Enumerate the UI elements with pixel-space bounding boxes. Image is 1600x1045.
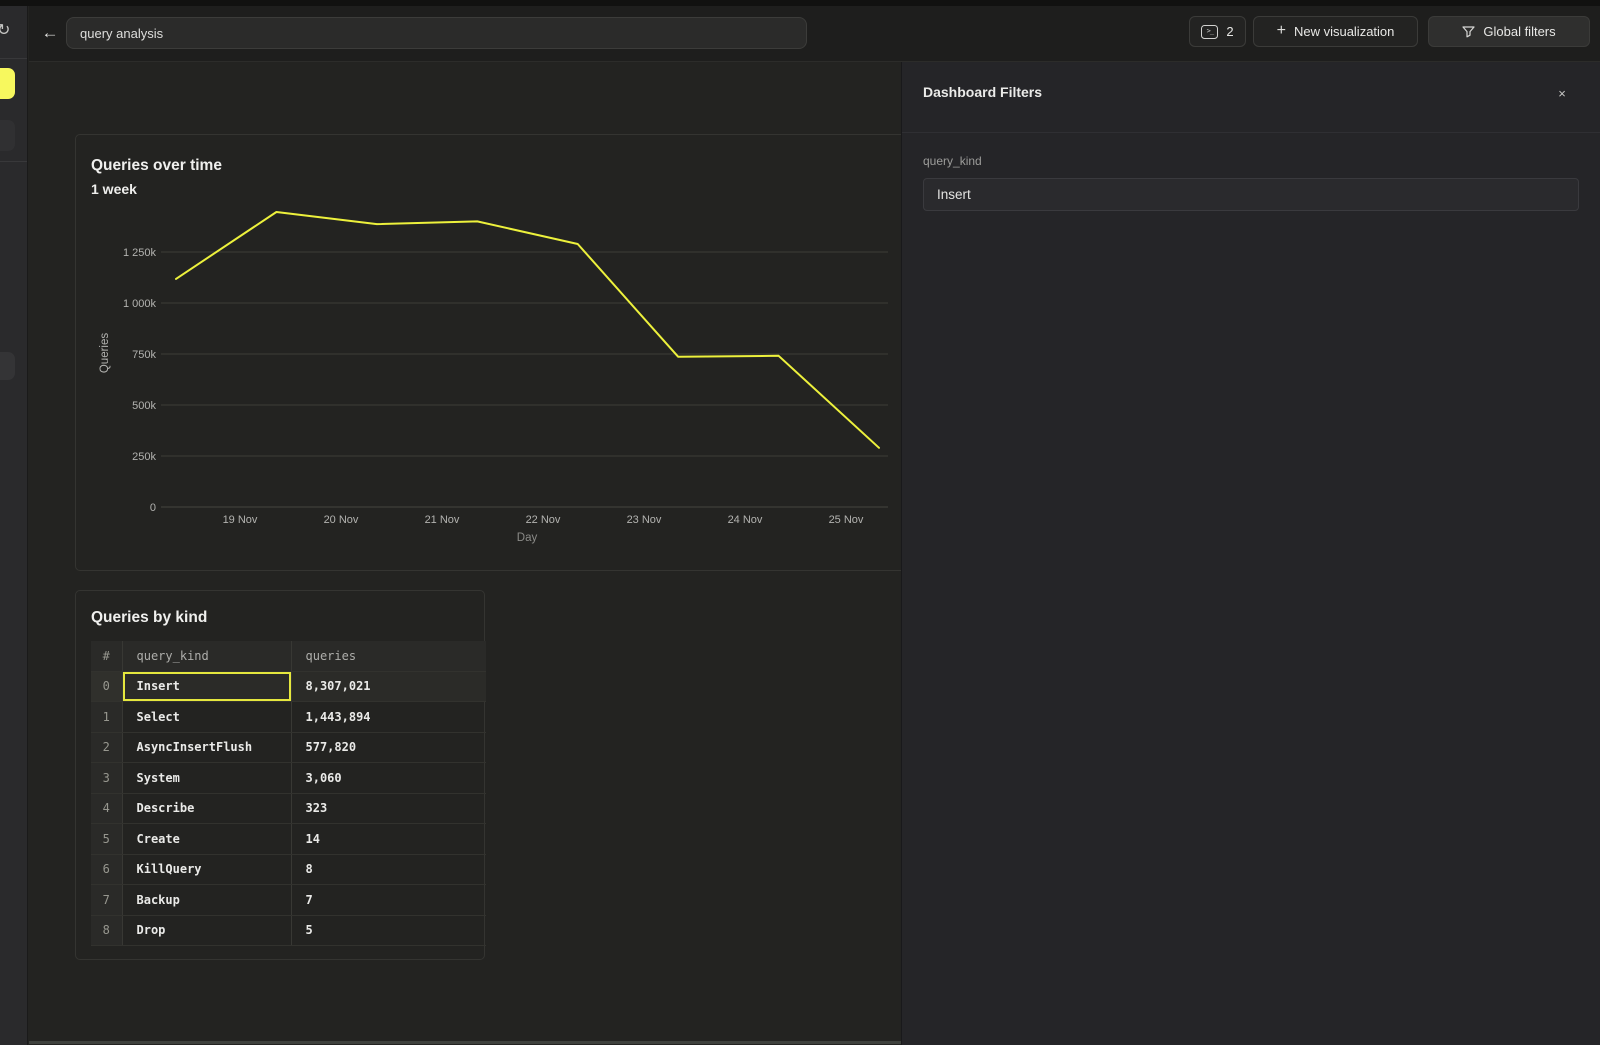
row-index-cell: 3	[91, 763, 122, 794]
column-header-index[interactable]: #	[91, 641, 122, 671]
filters-panel-title: Dashboard Filters	[923, 84, 1042, 100]
query-kind-cell[interactable]: Select	[122, 702, 291, 733]
global-filters-label: Global filters	[1483, 24, 1555, 39]
sql-console-button[interactable]: >_ 2	[1189, 16, 1246, 47]
y-axis-tick: 1 250k	[123, 247, 157, 259]
queries-value-cell[interactable]: 323	[291, 793, 486, 824]
table-row: 2AsyncInsertFlush577,820	[91, 732, 486, 763]
table-row: 6KillQuery8	[91, 854, 486, 885]
row-index-cell: 1	[91, 702, 122, 733]
sidebar-divider	[0, 58, 28, 59]
query-kind-cell[interactable]: Describe	[122, 793, 291, 824]
close-icon[interactable]: ×	[1552, 84, 1572, 104]
left-sidebar: ↻	[0, 6, 28, 1045]
dashboard-canvas: Queries over time 1 week 0250k500k750k1 …	[29, 62, 901, 1045]
query-kind-cell[interactable]: KillQuery	[122, 854, 291, 885]
x-axis-tick: 24 Nov	[728, 514, 763, 526]
table-row: 7Backup7	[91, 885, 486, 916]
table-card-queries-by-kind[interactable]: Queries by kind #query_kindqueries0Inser…	[75, 590, 485, 960]
row-index-cell: 5	[91, 824, 122, 855]
queries-value-cell[interactable]: 577,820	[291, 732, 486, 763]
plus-icon: +	[1277, 22, 1286, 40]
y-axis-tick: 1 000k	[123, 298, 157, 310]
query-kind-cell[interactable]: AsyncInsertFlush	[122, 732, 291, 763]
query-kind-cell[interactable]: Create	[122, 824, 291, 855]
sidebar-divider	[0, 161, 28, 162]
panel-divider	[902, 132, 1600, 133]
dashboard-filters-panel: Dashboard Filters × query_kind	[901, 62, 1600, 1045]
query-kind-cell[interactable]: Insert	[122, 671, 291, 702]
funnel-icon	[1462, 26, 1475, 38]
back-button[interactable]: ←	[39, 21, 61, 45]
row-index-cell: 8	[91, 915, 122, 946]
top-bar: ← >_ 2 + New visualization Global filter…	[29, 6, 1600, 62]
x-axis-tick: 23 Nov	[627, 514, 662, 526]
sidebar-item-active-dashboard[interactable]	[0, 68, 15, 99]
table-title: Queries by kind	[91, 609, 207, 627]
sidebar-item-dashboard[interactable]	[0, 352, 15, 380]
y-axis-tick: 750k	[132, 349, 156, 361]
x-axis-tick: 19 Nov	[223, 514, 258, 526]
y-axis-tick: 0	[150, 502, 156, 514]
queries-over-time-line-chart[interactable]: 0 250k 500k 750k 1 000k 1 250k 19 Nov 20 Nov 21 …	[76, 135, 911, 570]
query-kind-filter-input[interactable]	[923, 178, 1579, 211]
row-index-cell: 2	[91, 732, 122, 763]
chart-card-queries-over-time[interactable]: Queries over time 1 week 0250k500k750k1 …	[75, 134, 912, 571]
new-visualization-label: New visualization	[1294, 24, 1394, 39]
filter-field-label: query_kind	[923, 154, 982, 168]
history-icon[interactable]: ↻	[0, 20, 10, 40]
row-index-cell: 6	[91, 854, 122, 885]
global-filters-button[interactable]: Global filters	[1428, 16, 1590, 47]
table-row: 8Drop5	[91, 915, 486, 946]
dashboard-title-input[interactable]	[66, 17, 807, 49]
table-row: 5Create14	[91, 824, 486, 855]
y-axis-tick: 500k	[132, 400, 156, 412]
x-axis-tick: 25 Nov	[829, 514, 864, 526]
queries-value-cell[interactable]: 14	[291, 824, 486, 855]
x-axis-label: Day	[517, 532, 538, 544]
queries-value-cell[interactable]: 8	[291, 854, 486, 885]
x-axis-tick: 21 Nov	[425, 514, 460, 526]
row-index-cell: 7	[91, 885, 122, 916]
x-axis-tick: 20 Nov	[324, 514, 359, 526]
new-visualization-button[interactable]: + New visualization	[1253, 16, 1418, 47]
queries-by-kind-table: #query_kindqueries0Insert8,307,0211Selec…	[91, 641, 486, 946]
query-kind-cell[interactable]: Backup	[122, 885, 291, 916]
table-row: 3System3,060	[91, 763, 486, 794]
queries-value-cell[interactable]: 3,060	[291, 763, 486, 794]
row-index-cell: 0	[91, 671, 122, 702]
queries-value-cell[interactable]: 1,443,894	[291, 702, 486, 733]
table-row: 4Describe323	[91, 793, 486, 824]
console-count: 2	[1226, 24, 1233, 39]
table-row: 1Select1,443,894	[91, 702, 486, 733]
queries-value-cell[interactable]: 8,307,021	[291, 671, 486, 702]
column-header-queries[interactable]: queries	[291, 641, 486, 671]
y-axis-label: Queries	[99, 333, 111, 374]
queries-value-cell[interactable]: 5	[291, 915, 486, 946]
queries-value-cell[interactable]: 7	[291, 885, 486, 916]
table-row: 0Insert8,307,021	[91, 671, 486, 702]
table-header-row: #query_kindqueries	[91, 641, 486, 671]
terminal-icon: >_	[1201, 25, 1218, 39]
sidebar-item-dashboard[interactable]	[0, 120, 15, 151]
x-axis-tick: 22 Nov	[526, 514, 561, 526]
y-axis-tick: 250k	[132, 451, 156, 463]
bottom-drawer-edge[interactable]	[29, 1041, 901, 1044]
series-line-queries[interactable]	[176, 212, 879, 448]
column-header-query_kind[interactable]: query_kind	[122, 641, 291, 671]
query-kind-cell[interactable]: System	[122, 763, 291, 794]
row-index-cell: 4	[91, 793, 122, 824]
query-kind-cell[interactable]: Drop	[122, 915, 291, 946]
